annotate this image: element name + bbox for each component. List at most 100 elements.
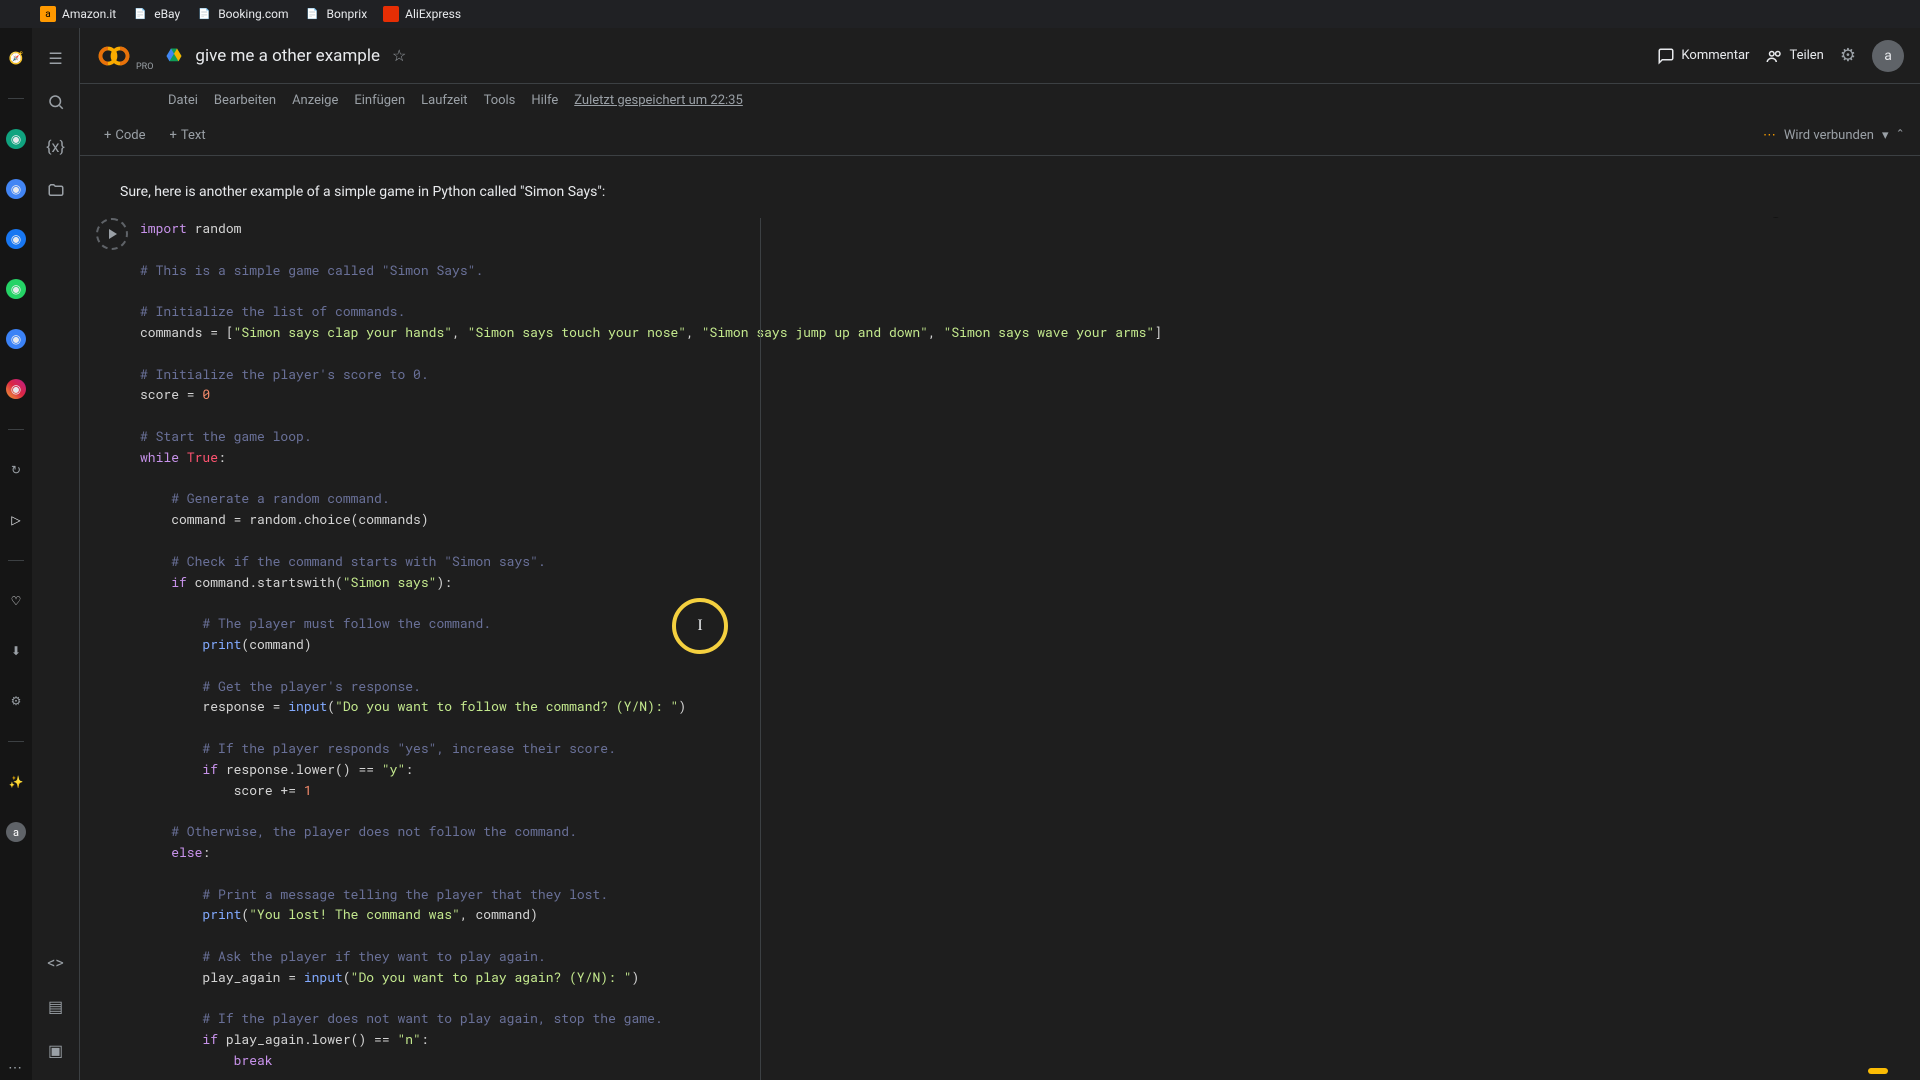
code-token: : [202, 843, 210, 861]
code-token: 1 [304, 781, 312, 799]
code-token: # If the player does not want to play ag… [140, 1009, 663, 1027]
notebook-title[interactable]: give me a other example [195, 46, 380, 66]
code-token: # Otherwise, the player does not follow … [140, 822, 577, 840]
code-token: import [140, 219, 187, 237]
code-token: # The player must follow the command. [140, 614, 491, 632]
code-token: score = [140, 385, 202, 403]
colab-nav: ☰ {x} <> ▤ ▣ [32, 28, 80, 1080]
code-snippets-icon[interactable]: <> [36, 942, 76, 982]
code-token: if [140, 1030, 218, 1048]
menu-bar: Datei Bearbeiten Anzeige Einfügen Laufze… [80, 84, 1920, 116]
share-button[interactable]: Teilen [1765, 47, 1823, 65]
code-token: play_again = [140, 968, 304, 986]
files-icon[interactable] [36, 170, 76, 210]
divider [8, 98, 24, 99]
code-token: , command) [460, 905, 538, 923]
colab-logo[interactable] [96, 38, 132, 74]
bookmark-aliexpress[interactable]: AliExpress [383, 6, 461, 22]
code-token: "Simon says wave your arms" [944, 323, 1155, 341]
code-token: # Get the player's response. [140, 677, 421, 695]
bookmark-bonprix[interactable]: 📄 Bonprix [305, 6, 368, 22]
code-token: (command) [241, 635, 311, 653]
code-token: "You lost! The command was" [249, 905, 460, 923]
bookmark-label: AliExpress [405, 7, 461, 21]
connection-status[interactable]: ⋯ Wird verbunden ▾ [1763, 128, 1889, 143]
code-token: ) [632, 968, 640, 986]
code-token: # Start the game loop. [140, 427, 312, 445]
settings-icon[interactable]: ⚙ [1840, 45, 1856, 66]
variables-icon[interactable]: {x} [36, 126, 76, 166]
code-token: # Print a message telling the player tha… [140, 885, 608, 903]
sidebar-compass-icon[interactable]: 🧭 [6, 48, 26, 68]
ebay-icon: 📄 [132, 6, 148, 22]
code-token: response = [140, 697, 288, 715]
connecting-icon: ⋯ [1763, 128, 1776, 143]
code-token: input [288, 697, 327, 715]
sidebar-history-icon[interactable]: ↻ [6, 460, 26, 480]
sidebar-app-icon[interactable]: ◉ [6, 179, 26, 199]
last-saved[interactable]: Zuletzt gespeichert um 22:35 [574, 93, 743, 108]
notebook-title-wrap: give me a other example ☆ [165, 46, 406, 66]
colab-content: PRO give me a other example ☆ Kommentar … [80, 28, 1920, 1080]
amazon-icon: a [40, 6, 56, 22]
sidebar-spark-icon[interactable]: ✨ [6, 772, 26, 792]
menu-tools[interactable]: Tools [484, 93, 516, 108]
main-area: ☰ {x} <> ▤ ▣ PRO [32, 28, 1920, 1080]
user-avatar[interactable]: a [1872, 40, 1904, 72]
code-token: ( [343, 968, 351, 986]
divider [8, 429, 24, 430]
sidebar-instagram-icon[interactable]: ◉ [6, 379, 26, 399]
terminal-icon[interactable]: ▣ [36, 1030, 76, 1070]
toc-icon[interactable]: ☰ [36, 38, 76, 78]
status-label: Wird verbunden [1784, 128, 1874, 143]
menu-edit[interactable]: Bearbeiten [214, 93, 276, 108]
code-token: "Simon says" [343, 573, 437, 591]
code-token: commands = [ [140, 323, 234, 341]
code-token: print [140, 905, 241, 923]
code-token: # Ask the player if they want to play ag… [140, 947, 546, 965]
code-token: ( [327, 697, 335, 715]
code-token: "Do you want to play again? (Y/N): " [351, 968, 632, 986]
menu-runtime[interactable]: Laufzeit [421, 93, 467, 108]
add-code-button[interactable]: + Code [96, 124, 154, 147]
code-token: True [187, 448, 218, 466]
add-text-button[interactable]: + Text [162, 124, 214, 147]
run-button[interactable] [96, 218, 132, 254]
menu-file[interactable]: Datei [168, 93, 198, 108]
sidebar-whatsapp-icon[interactable]: ◉ [6, 279, 26, 299]
divider [8, 560, 24, 561]
bookmark-ebay[interactable]: 📄 eBay [132, 6, 180, 22]
collapse-icon[interactable]: ˆ [1896, 126, 1904, 145]
search-icon[interactable] [36, 82, 76, 122]
text-cell[interactable]: Sure, here is another example of a simpl… [96, 176, 1904, 208]
sidebar-avatar-icon[interactable]: a [6, 822, 26, 842]
sidebar-play-icon[interactable]: ▷ [6, 510, 26, 530]
menu-help[interactable]: Hilfe [531, 93, 558, 108]
code-token: break [140, 1051, 273, 1069]
dropdown-icon[interactable]: ▾ [1882, 128, 1889, 143]
code-token: : [421, 1030, 429, 1048]
bookmark-amazon[interactable]: a Amazon.it [40, 6, 116, 22]
star-icon[interactable]: ☆ [392, 46, 406, 65]
comment-button[interactable]: Kommentar [1657, 47, 1749, 65]
plus-icon: + [170, 128, 177, 143]
sidebar-heart-icon[interactable]: ♡ [6, 591, 26, 611]
bookmark-label: Bonprix [327, 7, 368, 21]
command-palette-icon[interactable]: ▤ [36, 986, 76, 1026]
code-token: while [140, 448, 179, 466]
code-cell: ↑ ↓ ⇔ 💬 ⚙ ▥ 🗑 ⋮ import random # This is … [96, 218, 1904, 1080]
code-editor[interactable]: import random # This is a simple game ca… [140, 218, 1904, 1080]
sidebar-app-icon[interactable]: ◉ [6, 129, 26, 149]
more-icon[interactable]: ⋯ [8, 1060, 22, 1076]
sidebar-gear-icon[interactable]: ⚙ [6, 691, 26, 711]
bookmark-bar: a Amazon.it 📄 eBay 📄 Booking.com 📄 Bonpr… [0, 0, 1920, 28]
margin-ruler [760, 218, 761, 1080]
menu-insert[interactable]: Einfügen [354, 93, 405, 108]
notebook-content: Sure, here is another example of a simpl… [80, 156, 1920, 1080]
sidebar-app-icon[interactable]: ◉ [6, 329, 26, 349]
code-token: # Generate a random command. [140, 489, 390, 507]
sidebar-download-icon[interactable]: ⬇ [6, 641, 26, 661]
bookmark-booking[interactable]: 📄 Booking.com [196, 6, 288, 22]
menu-view[interactable]: Anzeige [292, 93, 338, 108]
sidebar-app-icon[interactable]: ◉ [6, 229, 26, 249]
